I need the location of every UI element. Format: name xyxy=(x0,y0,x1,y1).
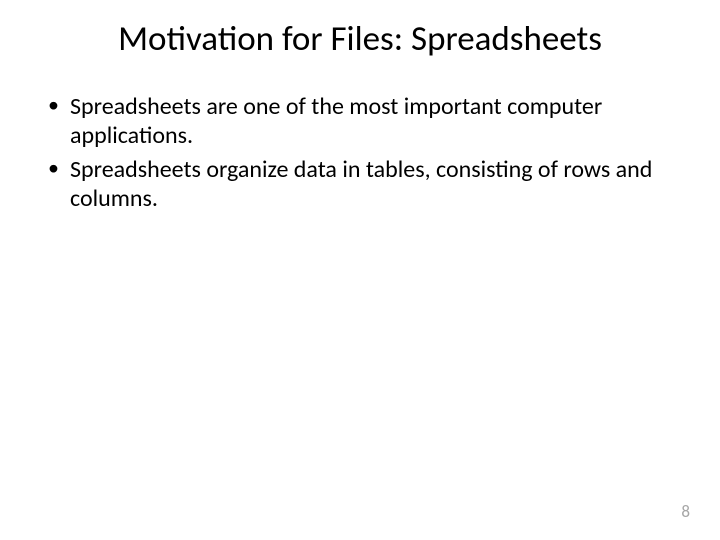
slide-container: Motivation for Files: Spreadsheets Sprea… xyxy=(0,0,720,540)
page-number: 8 xyxy=(681,501,690,522)
bullet-list: Spreadsheets are one of the most importa… xyxy=(30,92,690,213)
bullet-item: Spreadsheets organize data in tables, co… xyxy=(48,155,690,214)
slide-title: Motivation for Files: Spreadsheets xyxy=(30,18,690,60)
bullet-item: Spreadsheets are one of the most importa… xyxy=(48,92,690,151)
